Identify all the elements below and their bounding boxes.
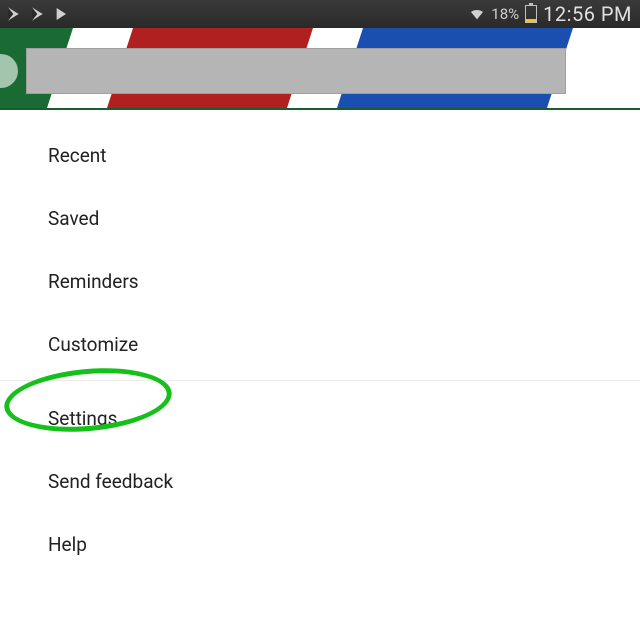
menu-item-reminders[interactable]: Reminders <box>0 250 640 313</box>
search-input[interactable] <box>26 48 566 94</box>
menu-item-send-feedback[interactable]: Send feedback <box>0 450 640 513</box>
menu-item-help[interactable]: Help <box>0 513 640 576</box>
play-store-icon <box>30 6 46 22</box>
menu-item-label: Reminders <box>48 270 139 293</box>
divider <box>0 380 640 381</box>
app-header <box>0 28 640 110</box>
menu-item-saved[interactable]: Saved <box>0 187 640 250</box>
play-store-icon <box>54 6 70 22</box>
menu-item-label: Saved <box>48 207 99 230</box>
menu-item-label: Recent <box>48 144 107 167</box>
menu-item-label: Help <box>48 533 87 556</box>
menu-item-recent[interactable]: Recent <box>0 124 640 187</box>
menu-item-label: Customize <box>48 333 138 356</box>
clock: 12:56 PM <box>543 2 632 26</box>
battery-icon <box>525 5 537 23</box>
status-bar: 18% 12:56 PM <box>0 0 640 28</box>
wifi-icon <box>469 6 485 22</box>
menu-item-label: Send feedback <box>48 470 173 493</box>
nav-drawer-menu: Recent Saved Reminders Customize Setting… <box>0 110 640 576</box>
battery-percent: 18% <box>491 5 519 23</box>
menu-item-label: Settings <box>48 407 117 430</box>
play-store-icon <box>6 6 22 22</box>
account-dropdown-icon[interactable] <box>602 68 616 76</box>
menu-item-customize[interactable]: Customize <box>0 313 640 376</box>
account-avatar[interactable] <box>0 48 24 94</box>
menu-item-settings[interactable]: Settings <box>0 387 640 450</box>
